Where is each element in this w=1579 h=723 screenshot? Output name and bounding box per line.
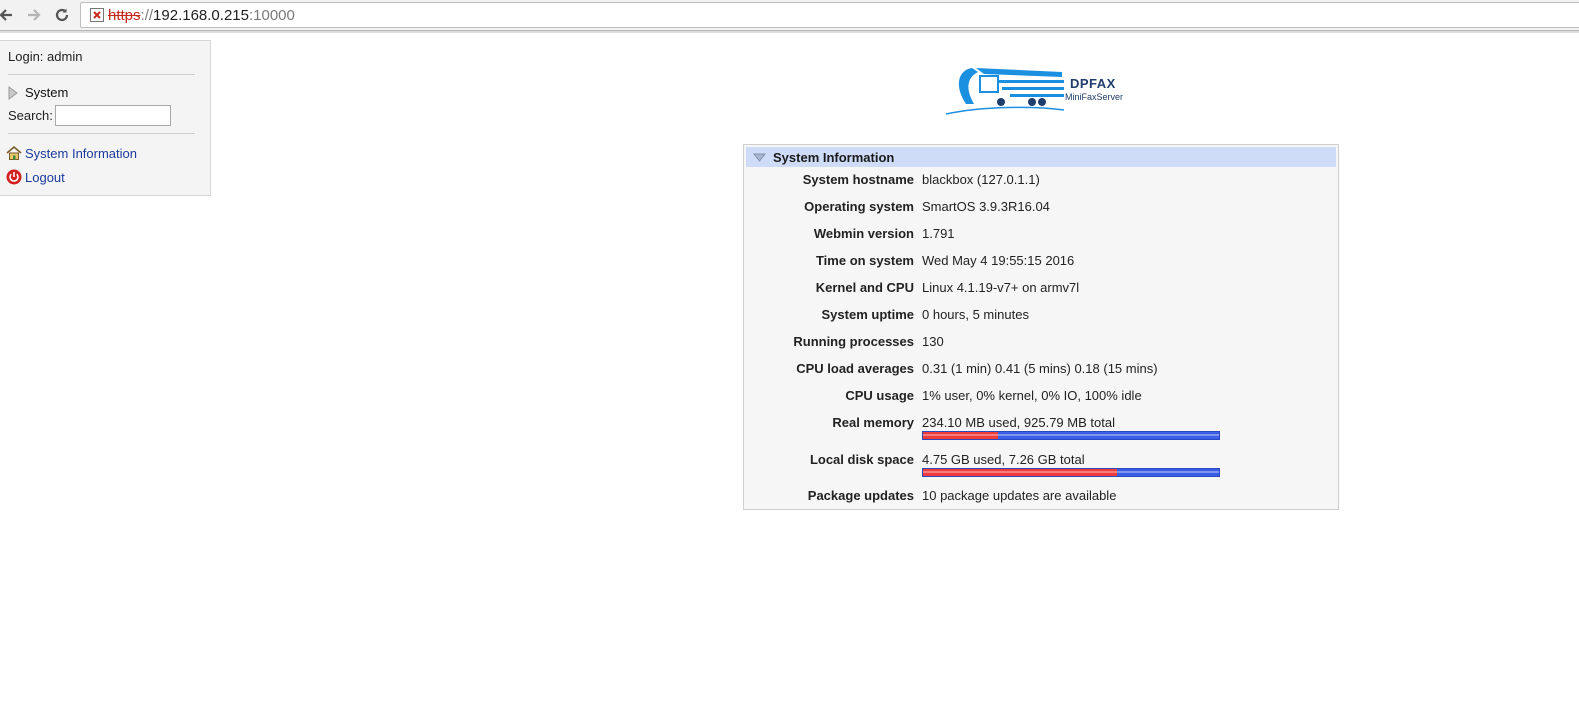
forward-arrow-icon — [28, 9, 41, 21]
reload-icon — [55, 8, 69, 22]
logo-brand-text: DPFAX — [1070, 76, 1116, 91]
insecure-lock-icon — [90, 8, 104, 22]
info-row-webmin-version: Webmin version 1.791 — [744, 226, 1338, 246]
url-host: 192.168.0.215 — [153, 6, 249, 24]
back-arrow-icon — [0, 9, 12, 21]
info-key: CPU load averages — [796, 361, 914, 376]
search-row: Search: — [8, 105, 171, 126]
info-row-uptime: System uptime 0 hours, 5 minutes — [744, 307, 1338, 327]
info-value: 4.75 GB used, 7.26 GB total — [922, 452, 1085, 467]
panel-title: System Information — [773, 149, 895, 165]
url-separator: :// — [140, 6, 154, 24]
info-value: SmartOS 3.9.3R16.04 — [922, 199, 1050, 214]
system-information-link[interactable]: System Information — [6, 145, 137, 161]
left-menu-frame: Login: admin System Search: System Infor… — [0, 40, 211, 196]
address-bar[interactable]: https://192.168.0.215:10000 — [80, 2, 1579, 28]
system-information-link-label[interactable]: System Information — [25, 146, 137, 161]
dpfax-logo: DPFAX MiniFaxServer — [944, 60, 1140, 118]
info-key: CPU usage — [845, 388, 914, 403]
info-value[interactable]: 10 package updates are available — [922, 488, 1116, 503]
info-key: Operating system — [804, 199, 914, 214]
info-key: Kernel and CPU — [815, 280, 914, 295]
info-key: Running processes — [793, 334, 914, 349]
info-row-running-processes: Running processes 130 — [744, 334, 1338, 354]
info-row-kernel-cpu: Kernel and CPU Linux 4.1.19-v7+ on armv7… — [744, 280, 1338, 300]
browser-toolbar: https://192.168.0.215:10000 — [0, 0, 1579, 33]
info-row-cpu-load: CPU load averages 0.31 (1 min) 0.41 (5 m… — [744, 361, 1338, 381]
info-key: Webmin version — [813, 226, 914, 241]
info-value[interactable]: 130 — [922, 334, 944, 349]
collapse-triangle-icon — [753, 153, 766, 162]
search-label: Search: — [8, 108, 53, 123]
info-value: 0.31 (1 min) 0.41 (5 mins) 0.18 (15 mins… — [922, 361, 1158, 376]
info-key: Time on system — [815, 253, 914, 268]
system-category[interactable]: System — [8, 85, 68, 100]
logout-link[interactable]: Logout — [6, 169, 65, 185]
disk-usage-bar — [922, 468, 1220, 477]
info-value: blackbox (127.0.1.1) — [922, 172, 1040, 187]
logout-link-label[interactable]: Logout — [25, 170, 65, 185]
expand-triangle-icon — [8, 85, 18, 100]
info-row-time-on-system: Time on system Wed May 4 19:55:15 2016 — [744, 253, 1338, 273]
info-row-hostname: System hostname blackbox (127.0.1.1) — [744, 172, 1338, 192]
url-scheme: https — [108, 6, 141, 24]
info-value: Wed May 4 19:55:15 2016 — [922, 253, 1075, 268]
bar-highlight — [923, 434, 1219, 436]
info-row-cpu-usage: CPU usage 1% user, 0% kernel, 0% IO, 100… — [744, 388, 1338, 408]
system-information-panel: System Information System hostname black… — [743, 144, 1339, 510]
system-category-label: System — [25, 85, 69, 100]
info-key: Package updates — [807, 488, 914, 503]
info-value: 1.791 — [922, 226, 955, 241]
back-button[interactable] — [0, 4, 16, 26]
info-key: System hostname — [802, 172, 914, 187]
info-key: Real memory — [832, 415, 914, 430]
toolbar-divider — [0, 31, 1579, 33]
info-value: 234.10 MB used, 925.79 MB total — [922, 415, 1115, 430]
memory-usage-bar — [922, 431, 1220, 440]
logo-subtitle: MiniFaxServer — [1065, 92, 1124, 102]
power-icon — [6, 169, 22, 185]
menu-divider — [8, 133, 195, 134]
login-label: Login: admin — [8, 49, 83, 64]
home-icon — [6, 145, 22, 160]
bar-highlight — [923, 471, 1219, 473]
menu-divider — [8, 74, 195, 75]
info-key: Local disk space — [809, 452, 914, 467]
forward-button[interactable] — [24, 4, 44, 26]
reload-button[interactable] — [52, 4, 72, 26]
search-input[interactable] — [54, 105, 171, 126]
info-value: Linux 4.1.19-v7+ on armv7l — [922, 280, 1080, 295]
info-row-operating-system: Operating system SmartOS 3.9.3R16.04 — [744, 199, 1338, 219]
panel-header[interactable]: System Information — [746, 147, 1336, 167]
url-port: :10000 — [248, 6, 295, 24]
info-value: 1% user, 0% kernel, 0% IO, 100% idle — [922, 388, 1142, 403]
info-value: 0 hours, 5 minutes — [922, 307, 1029, 322]
info-key: System uptime — [821, 307, 914, 322]
info-row-package-updates: Package updates 10 package updates are a… — [744, 488, 1338, 508]
